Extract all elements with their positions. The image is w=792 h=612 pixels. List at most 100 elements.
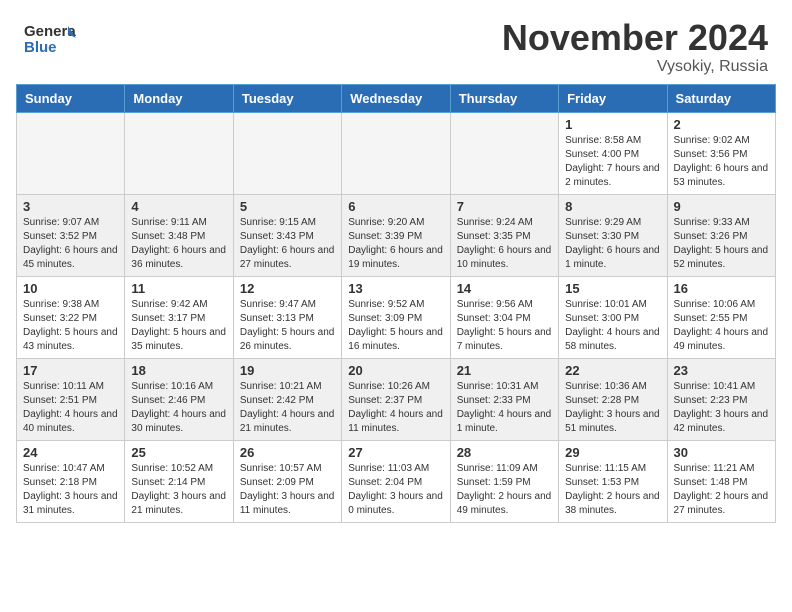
header-thursday: Thursday [450, 84, 558, 112]
calendar-cell: 19 Sunrise: 10:21 AM Sunset: 2:42 PM Dayl… [233, 358, 341, 440]
calendar-cell: 30 Sunrise: 11:21 AM Sunset: 1:48 PM Dayl… [667, 440, 775, 522]
calendar-cell [125, 112, 233, 194]
day-number: 17 [23, 363, 118, 378]
calendar-cell: 23 Sunrise: 10:41 AM Sunset: 2:23 PM Dayl… [667, 358, 775, 440]
day-info: Sunrise: 9:07 AM Sunset: 3:52 PM Dayligh… [23, 216, 118, 272]
calendar-table: SundayMondayTuesdayWednesdayThursdayFrid… [16, 84, 776, 523]
day-info: Sunrise: 11:09 AM Sunset: 1:59 PM Daylig… [457, 462, 552, 518]
day-info: Sunrise: 10:47 AM Sunset: 2:18 PM Daylig… [23, 462, 118, 518]
day-info: Sunrise: 10:26 AM Sunset: 2:37 PM Daylig… [348, 380, 443, 436]
header-wednesday: Wednesday [342, 84, 450, 112]
calendar-cell: 13 Sunrise: 9:52 AM Sunset: 3:09 PM Dayli… [342, 276, 450, 358]
day-number: 11 [131, 281, 226, 296]
day-number: 18 [131, 363, 226, 378]
day-number: 24 [23, 445, 118, 460]
day-info: Sunrise: 10:01 AM Sunset: 3:00 PM Daylig… [565, 298, 660, 354]
day-number: 10 [23, 281, 118, 296]
calendar-cell: 12Sunrise: 9:47 AM Sunset: 3:13 PM Dayli… [233, 276, 341, 358]
day-number: 12 [240, 281, 335, 296]
calendar-cell: 4 Sunrise: 9:11 AM Sunset: 3:48 PM Daylig… [125, 194, 233, 276]
calendar-cell: 7Sunrise: 9:24 AM Sunset: 3:35 PM Daylig… [450, 194, 558, 276]
day-number: 26 [240, 445, 335, 460]
calendar-cell: 28Sunrise: 11:09 AM Sunset: 1:59 PM Dayl… [450, 440, 558, 522]
calendar-cell [17, 112, 125, 194]
week-row-3: 10 Sunrise: 9:38 AM Sunset: 3:22 PM Dayli… [17, 276, 776, 358]
day-number: 5 [240, 199, 335, 214]
week-row-4: 17 Sunrise: 10:11 AM Sunset: 2:51 PM Dayl… [17, 358, 776, 440]
day-info: Sunrise: 9:15 AM Sunset: 3:43 PM Dayligh… [240, 216, 335, 272]
calendar-cell: 6 Sunrise: 9:20 AM Sunset: 3:39 PM Daylig… [342, 194, 450, 276]
calendar-cell: 8 Sunrise: 9:29 AM Sunset: 3:30 PM Daylig… [559, 194, 667, 276]
day-number: 19 [240, 363, 335, 378]
calendar-cell: 14Sunrise: 9:56 AM Sunset: 3:04 PM Dayli… [450, 276, 558, 358]
day-info: Sunrise: 9:20 AM Sunset: 3:39 PM Dayligh… [348, 216, 443, 272]
day-info: Sunrise: 9:42 AM Sunset: 3:17 PM Dayligh… [131, 298, 226, 354]
day-number: 23 [674, 363, 769, 378]
day-number: 29 [565, 445, 660, 460]
day-info: Sunrise: 9:56 AM Sunset: 3:04 PM Dayligh… [457, 298, 552, 354]
day-info: Sunrise: 9:29 AM Sunset: 3:30 PM Dayligh… [565, 216, 660, 272]
calendar-cell: 9 Sunrise: 9:33 AM Sunset: 3:26 PM Daylig… [667, 194, 775, 276]
calendar-cell [342, 112, 450, 194]
calendar-cell: 20 Sunrise: 10:26 AM Sunset: 2:37 PM Dayl… [342, 358, 450, 440]
day-info: Sunrise: 10:31 AM Sunset: 2:33 PM Daylig… [457, 380, 552, 436]
title-block: November 2024 Vysokiy, Russia [502, 18, 768, 76]
day-info: Sunrise: 9:11 AM Sunset: 3:48 PM Dayligh… [131, 216, 226, 272]
calendar-cell: 22 Sunrise: 10:36 AM Sunset: 2:28 PM Dayl… [559, 358, 667, 440]
calendar-wrapper: SundayMondayTuesdayWednesdayThursdayFrid… [0, 84, 792, 531]
day-info: Sunrise: 10:06 AM Sunset: 2:55 PM Daylig… [674, 298, 769, 354]
day-info: Sunrise: 9:33 AM Sunset: 3:26 PM Dayligh… [674, 216, 769, 272]
calendar-cell: 29 Sunrise: 11:15 AM Sunset: 1:53 PM Dayl… [559, 440, 667, 522]
calendar-cell: 24 Sunrise: 10:47 AM Sunset: 2:18 PM Dayl… [17, 440, 125, 522]
day-info: Sunrise: 10:21 AM Sunset: 2:42 PM Daylig… [240, 380, 335, 436]
day-info: Sunrise: 11:21 AM Sunset: 1:48 PM Daylig… [674, 462, 769, 518]
header-friday: Friday [559, 84, 667, 112]
day-number: 25 [131, 445, 226, 460]
calendar-cell: 18 Sunrise: 10:16 AM Sunset: 2:46 PM Dayl… [125, 358, 233, 440]
day-number: 9 [674, 199, 769, 214]
calendar-cell: 11 Sunrise: 9:42 AM Sunset: 3:17 PM Dayli… [125, 276, 233, 358]
day-number: 1 [565, 117, 660, 132]
week-row-1: 1 Sunrise: 8:58 AM Sunset: 4:00 PM Daylig… [17, 112, 776, 194]
day-info: Sunrise: 10:36 AM Sunset: 2:28 PM Daylig… [565, 380, 660, 436]
day-info: Sunrise: 8:58 AM Sunset: 4:00 PM Dayligh… [565, 134, 660, 190]
page-header: GeneralBlue November 2024 Vysokiy, Russi… [0, 0, 792, 84]
calendar-cell: 27Sunrise: 11:03 AM Sunset: 2:04 PM Dayl… [342, 440, 450, 522]
day-number: 16 [674, 281, 769, 296]
day-info: Sunrise: 10:16 AM Sunset: 2:46 PM Daylig… [131, 380, 226, 436]
day-info: Sunrise: 9:02 AM Sunset: 3:56 PM Dayligh… [674, 134, 769, 190]
week-row-5: 24 Sunrise: 10:47 AM Sunset: 2:18 PM Dayl… [17, 440, 776, 522]
header-tuesday: Tuesday [233, 84, 341, 112]
calendar-cell: 16 Sunrise: 10:06 AM Sunset: 2:55 PM Dayl… [667, 276, 775, 358]
logo-svg: GeneralBlue [24, 18, 76, 58]
day-number: 30 [674, 445, 769, 460]
header-saturday: Saturday [667, 84, 775, 112]
day-number: 22 [565, 363, 660, 378]
calendar-cell: 15 Sunrise: 10:01 AM Sunset: 3:00 PM Dayl… [559, 276, 667, 358]
week-row-2: 3Sunrise: 9:07 AM Sunset: 3:52 PM Daylig… [17, 194, 776, 276]
day-info: Sunrise: 11:15 AM Sunset: 1:53 PM Daylig… [565, 462, 660, 518]
day-number: 6 [348, 199, 443, 214]
calendar-cell: 3Sunrise: 9:07 AM Sunset: 3:52 PM Daylig… [17, 194, 125, 276]
day-info: Sunrise: 9:38 AM Sunset: 3:22 PM Dayligh… [23, 298, 118, 354]
calendar-cell [233, 112, 341, 194]
svg-text:Blue: Blue [24, 39, 57, 56]
day-number: 4 [131, 199, 226, 214]
day-number: 8 [565, 199, 660, 214]
header-sunday: Sunday [17, 84, 125, 112]
day-info: Sunrise: 10:11 AM Sunset: 2:51 PM Daylig… [23, 380, 118, 436]
day-number: 20 [348, 363, 443, 378]
calendar-cell: 26Sunrise: 10:57 AM Sunset: 2:09 PM Dayl… [233, 440, 341, 522]
calendar-cell: 5 Sunrise: 9:15 AM Sunset: 3:43 PM Daylig… [233, 194, 341, 276]
calendar-cell [450, 112, 558, 194]
calendar-header-row: SundayMondayTuesdayWednesdayThursdayFrid… [17, 84, 776, 112]
calendar-cell: 10 Sunrise: 9:38 AM Sunset: 3:22 PM Dayli… [17, 276, 125, 358]
day-info: Sunrise: 9:52 AM Sunset: 3:09 PM Dayligh… [348, 298, 443, 354]
day-info: Sunrise: 10:41 AM Sunset: 2:23 PM Daylig… [674, 380, 769, 436]
header-monday: Monday [125, 84, 233, 112]
calendar-cell: 21Sunrise: 10:31 AM Sunset: 2:33 PM Dayl… [450, 358, 558, 440]
day-number: 2 [674, 117, 769, 132]
day-number: 13 [348, 281, 443, 296]
day-number: 15 [565, 281, 660, 296]
day-info: Sunrise: 10:52 AM Sunset: 2:14 PM Daylig… [131, 462, 226, 518]
